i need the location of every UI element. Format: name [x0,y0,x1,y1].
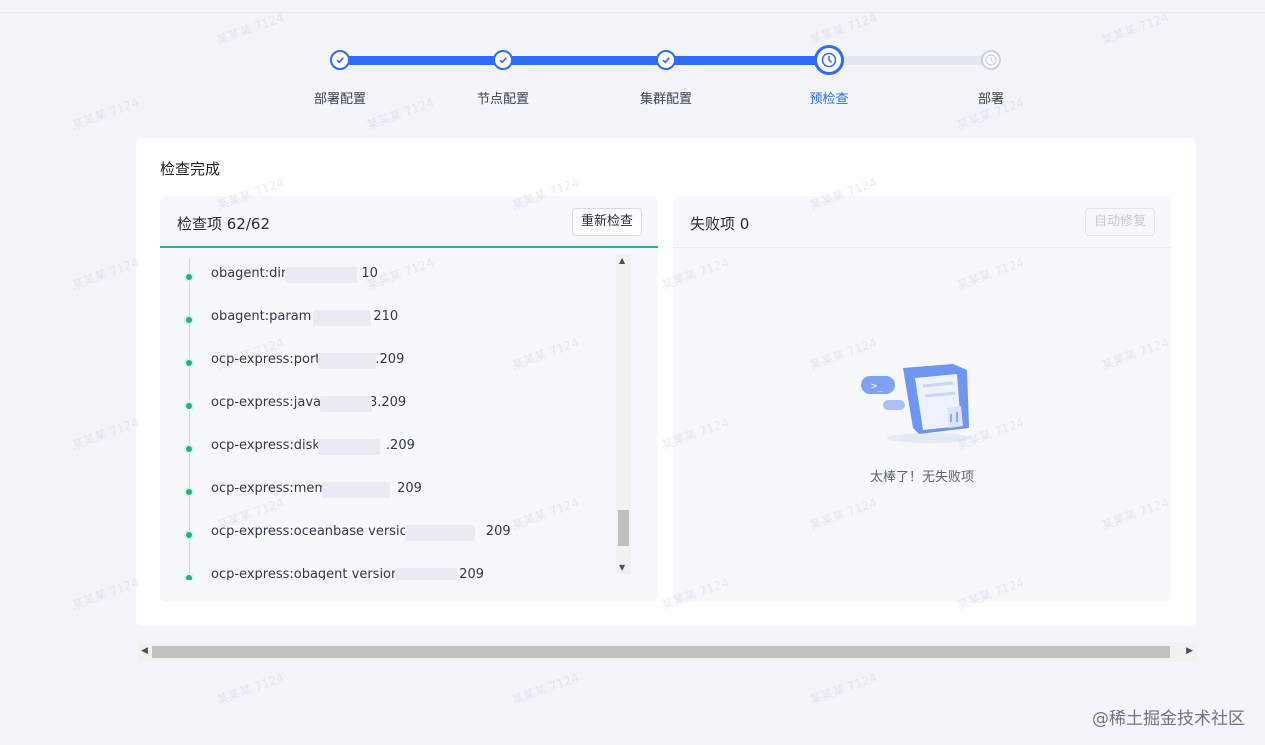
empty-folder-icon: >_ [861,364,971,443]
progress-stepper: 部署配置 节点配置 集群配置 预检查 部署 [0,0,1265,120]
list-item: ocp-express:mem 209 [160,481,620,501]
redacted-mask [318,439,380,455]
check-items-panel: 检查项 62/62 重新检查 obagent:dir 10 obagent:par… [160,196,658,602]
scroll-right-arrow-icon[interactable]: ▶ [1186,646,1193,656]
redacted-mask [405,525,475,541]
check-items-title: 检查项 62/62 [177,215,270,233]
list-item: ocp-express:disk .209 [160,438,620,458]
success-dot-icon [184,530,194,540]
list-item: ocp-express:obagent version 209 [160,567,620,580]
redacted-mask [313,310,371,326]
check-items-list[interactable]: obagent:dir 10 obagent:param 210 ocp-expre… [160,250,640,580]
redacted-mask [285,267,357,283]
list-item: obagent:param 210 [160,309,620,329]
corner-watermark: @稀土掘金技术社区 [1092,709,1245,729]
empty-state-illustration: >_ [673,356,1171,450]
success-dot-icon [184,444,194,454]
watermark-text: 某某某 7124 [69,255,141,293]
watermark-text: 某某某 7124 [69,415,141,453]
step-label-deploy: 部署 [977,92,1005,107]
watermark-text: 某某某 7124 [69,575,141,613]
redacted-mask [395,568,457,580]
card-title: 检查完成 [160,160,221,178]
failed-items-title: 失败项 0 [690,215,750,233]
autofix-button[interactable]: 自动修复 [1084,208,1155,236]
failed-items-header: 失败项 0 自动修复 [673,196,1171,248]
scroll-left-arrow-icon[interactable]: ◀ [141,646,148,656]
stepper-track-completed [340,56,829,65]
precheck-card: 检查完成 检查项 62/62 重新检查 obagent:dir 10 obagen… [136,138,1196,626]
redacted-mask [318,353,376,369]
svg-text:>_: >_ [871,381,884,392]
scroll-up-arrow-icon[interactable]: ▲ [619,256,625,265]
list-item: ocp-express:java 3.209 [160,395,620,415]
watermark-text: 某某某 7124 [509,670,581,708]
horizontal-scrollbar[interactable]: ◀ ▶ [138,643,1196,661]
step-5-clock-icon [981,50,1001,70]
success-dot-icon [184,487,194,497]
watermark-text: 某某某 7124 [214,670,286,708]
step-2-check-icon [493,50,513,70]
list-scrollbar[interactable]: ▲ ▼ [616,254,631,574]
watermark-text: 某某某 7124 [807,670,879,708]
empty-state-text: 太棒了！无失败项 [869,470,974,485]
step-3-check-icon [656,50,676,70]
success-dot-icon [184,358,194,368]
check-item-name: ocp-express:java 3.209 [211,395,407,410]
success-dot-icon [184,315,194,325]
redacted-mask [320,396,372,412]
list-item: obagent:dir 10 [160,266,620,286]
success-dot-icon [184,272,194,282]
scrollbar-thumb[interactable] [618,510,629,546]
list-item: ocp-express:oceanbase version 209 [160,524,620,544]
step-label-node-config: 节点配置 [476,92,530,107]
check-item-name: ocp-express:disk .209 [211,438,415,453]
step-label-cluster-config: 集群配置 [639,92,693,107]
failed-items-panel: 失败项 0 自动修复 >_ 太棒了！无失败项 [673,196,1171,602]
list-item: ocp-express:port .209 [160,352,620,372]
step-4-clock-icon [814,45,844,75]
step-1-check-icon [330,50,350,70]
check-item-name: ocp-express:mem 209 [211,481,422,496]
step-label-deploy-config: 部署配置 [313,92,367,107]
scroll-down-arrow-icon[interactable]: ▼ [619,563,625,572]
step-label-precheck: 预检查 [809,92,849,107]
check-items-header: 检查项 62/62 重新检查 [160,196,658,248]
success-dot-icon [184,401,194,411]
stepper-track-pending [829,56,991,65]
redacted-mask [322,482,390,498]
horizontal-scrollbar-thumb[interactable] [152,646,1170,658]
recheck-button[interactable]: 重新检查 [571,208,642,236]
success-dot-icon [184,573,194,580]
